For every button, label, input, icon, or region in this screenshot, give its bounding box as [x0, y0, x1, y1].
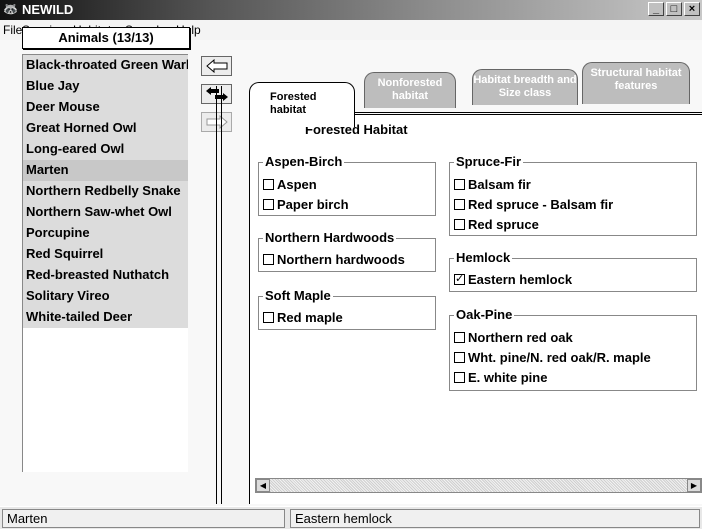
- status-selected-animal: Marten: [2, 509, 285, 528]
- splitter-line[interactable]: [216, 86, 217, 504]
- checkbox-box[interactable]: [454, 199, 465, 210]
- checkbox-label: Red spruce: [468, 217, 539, 232]
- group-label: Soft Maple: [263, 288, 333, 303]
- tab-rule: [355, 112, 702, 113]
- checkbox-paper-birch[interactable]: Paper birch: [263, 197, 349, 212]
- group-soft-maple: Soft Maple Red maple: [258, 288, 436, 330]
- tab-habitat-breadth[interactable]: Habitat breadth and Size class: [472, 69, 578, 105]
- checkbox-white-pine-red-oak-maple[interactable]: Wht. pine/N. red oak/R. maple: [454, 350, 651, 365]
- checkbox-label: Red spruce - Balsam fir: [468, 197, 614, 212]
- tab-nonforested[interactable]: Nonforested habitat: [364, 72, 456, 108]
- checkbox-box[interactable]: [454, 332, 465, 343]
- checkbox-label: Northern red oak: [468, 330, 573, 345]
- list-item-selected[interactable]: Marten: [23, 160, 188, 181]
- checkbox-box[interactable]: [263, 312, 274, 323]
- animals-list[interactable]: Black-throated Green Warbler Blue Jay De…: [22, 54, 188, 472]
- checkbox-box[interactable]: [454, 219, 465, 230]
- checkbox-aspen[interactable]: Aspen: [263, 177, 317, 192]
- checkbox-label: Paper birch: [277, 197, 349, 212]
- menu-file[interactable]: File: [3, 23, 22, 37]
- list-item[interactable]: Porcupine: [23, 223, 188, 244]
- checkbox-box[interactable]: [454, 372, 465, 383]
- checkbox-label: Wht. pine/N. red oak/R. maple: [468, 350, 651, 365]
- checkbox-red-spruce-balsam-fir[interactable]: Red spruce - Balsam fir: [454, 197, 613, 212]
- checkbox-label: Eastern hemlock: [468, 272, 573, 287]
- tab-label: Structural habitat features: [590, 67, 682, 92]
- close-button[interactable]: ×: [684, 2, 700, 16]
- group-label: Spruce-Fir: [454, 154, 524, 169]
- checkbox-northern-red-oak[interactable]: Northern red oak: [454, 330, 573, 345]
- checkbox-box[interactable]: [263, 254, 274, 265]
- horizontal-scrollbar[interactable]: ◀ ▶: [255, 478, 702, 493]
- title-bar: 🦝 NEWILD _ □ ×: [0, 0, 702, 20]
- list-item[interactable]: White-tailed Deer: [23, 307, 188, 328]
- group-northern-hardwoods: Northern Hardwoods Northern hardwoods: [258, 230, 436, 272]
- list-item[interactable]: Solitary Vireo: [23, 286, 188, 307]
- status-bar: Marten Eastern hemlock: [0, 507, 702, 529]
- list-item[interactable]: Red-breasted Nuthatch: [23, 265, 188, 286]
- tab-forested[interactable]: Forested habitat: [249, 82, 355, 127]
- checkbox-label: E. white pine: [468, 370, 548, 385]
- group-hemlock: Hemlock ✓ Eastern hemlock: [449, 250, 697, 292]
- splitter-line[interactable]: [221, 86, 222, 504]
- tab-structural[interactable]: Structural habitat features: [582, 62, 690, 104]
- tab-label: Habitat breadth and Size class: [473, 74, 577, 99]
- move-left-button[interactable]: [201, 56, 232, 76]
- animals-list-header: Animals (13/13): [22, 27, 190, 49]
- checkbox-red-spruce[interactable]: Red spruce: [454, 217, 539, 232]
- list-item[interactable]: Black-throated Green Warbler: [23, 55, 188, 76]
- checkbox-box[interactable]: [454, 179, 465, 190]
- list-item[interactable]: Red Squirrel: [23, 244, 188, 265]
- checkbox-red-maple[interactable]: Red maple: [263, 310, 343, 325]
- list-item[interactable]: Blue Jay: [23, 76, 188, 97]
- group-aspen-birch: Aspen-Birch Aspen Paper birch: [258, 154, 436, 216]
- group-label: Aspen-Birch: [263, 154, 345, 169]
- group-label: Hemlock: [454, 250, 513, 265]
- checkbox-label: Red maple: [277, 310, 343, 325]
- group-label: Northern Hardwoods: [263, 230, 397, 245]
- window-title: NEWILD: [22, 2, 74, 17]
- list-item[interactable]: Northern Redbelly Snake: [23, 181, 188, 202]
- tab-label: Nonforested habitat: [377, 77, 443, 102]
- checkbox-label: Balsam fir: [468, 177, 531, 192]
- checkbox-label: Northern hardwoods: [277, 252, 405, 267]
- checkbox-e-white-pine[interactable]: E. white pine: [454, 370, 547, 385]
- group-spruce-fir: Spruce-Fir Balsam fir Red spruce - Balsa…: [449, 154, 697, 236]
- checkbox-box[interactable]: [263, 179, 274, 190]
- maximize-button[interactable]: □: [666, 2, 682, 16]
- arrow-left-icon: [205, 59, 227, 73]
- group-label: Oak-Pine: [454, 307, 515, 322]
- minimize-button[interactable]: _: [648, 2, 664, 16]
- checkbox-label: Aspen: [277, 177, 317, 192]
- tab-label: Forested habitat: [270, 91, 317, 116]
- scroll-left-icon[interactable]: ◀: [256, 479, 270, 492]
- checkbox-box[interactable]: [454, 352, 465, 363]
- list-item[interactable]: Great Horned Owl: [23, 118, 188, 139]
- list-item[interactable]: Northern Saw-whet Owl: [23, 202, 188, 223]
- group-oak-pine: Oak-Pine Northern red oak Wht. pine/N. r…: [449, 307, 697, 391]
- checkbox-box-checked[interactable]: ✓: [454, 274, 465, 285]
- list-item[interactable]: Long-eared Owl: [23, 139, 188, 160]
- scroll-right-icon[interactable]: ▶: [687, 479, 701, 492]
- list-item[interactable]: Deer Mouse: [23, 97, 188, 118]
- checkbox-balsam-fir[interactable]: Balsam fir: [454, 177, 531, 192]
- raccoon-icon: 🦝: [3, 2, 18, 16]
- status-selected-habitat: Eastern hemlock: [290, 509, 700, 528]
- checkbox-box[interactable]: [263, 199, 274, 210]
- checkbox-eastern-hemlock[interactable]: ✓ Eastern hemlock: [454, 272, 572, 287]
- checkbox-northern-hardwoods[interactable]: Northern hardwoods: [263, 252, 405, 267]
